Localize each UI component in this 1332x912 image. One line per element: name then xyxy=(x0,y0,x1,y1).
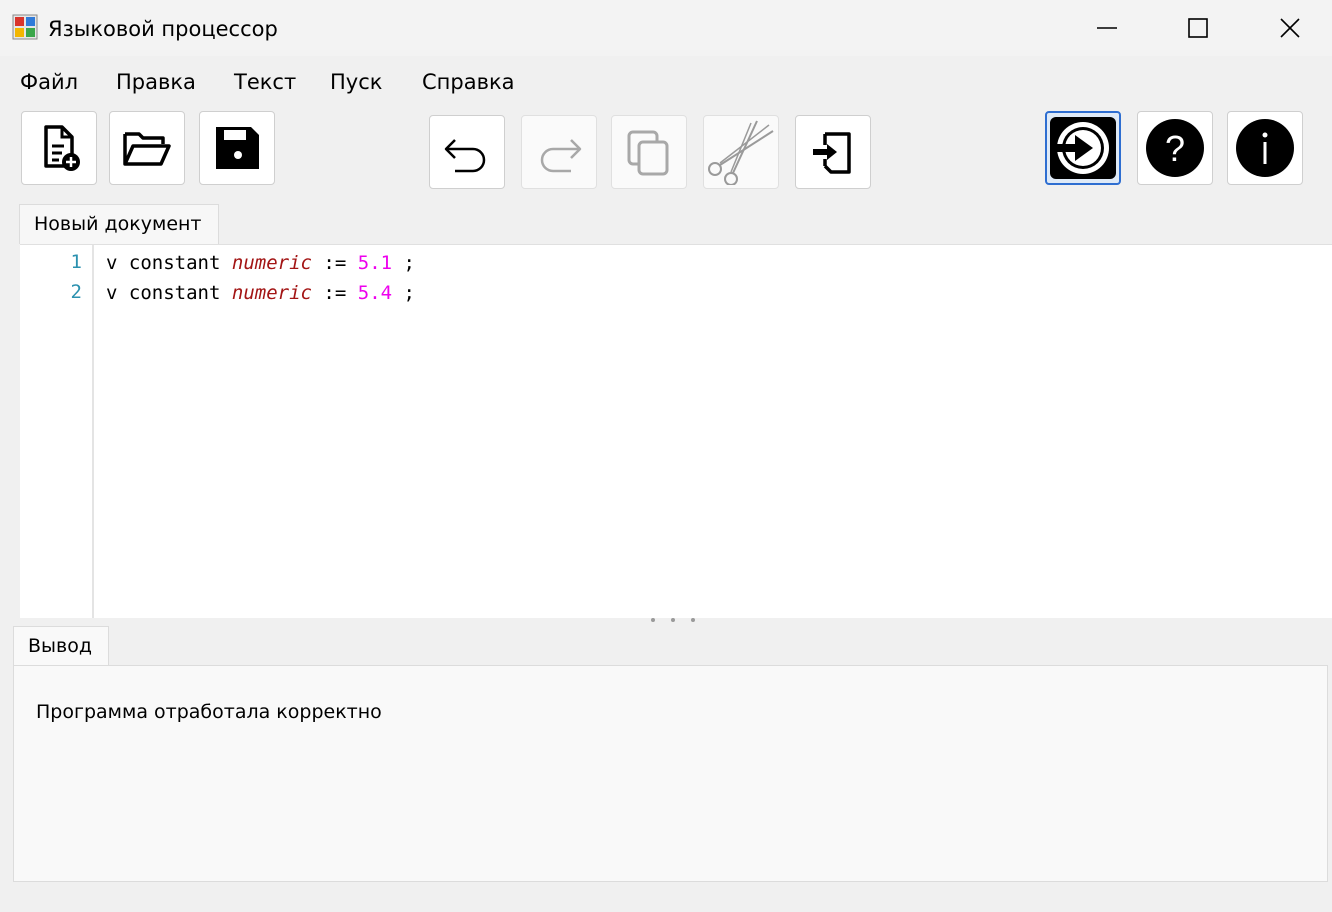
cut-button[interactable] xyxy=(703,115,779,189)
menu-file[interactable]: Файл xyxy=(20,68,78,96)
code-line[interactable]: v constant numeric := 5.1 ; xyxy=(106,248,415,278)
app-icon xyxy=(12,14,38,40)
operator-token: := xyxy=(323,252,347,274)
undo-icon xyxy=(444,139,486,173)
paste-icon xyxy=(813,132,851,174)
paste-button[interactable] xyxy=(795,115,871,189)
operator-token: := xyxy=(323,282,347,304)
tab-output[interactable]: Вывод xyxy=(13,626,109,666)
identifier-token: v xyxy=(106,282,118,304)
close-button[interactable] xyxy=(1244,0,1332,56)
menu-run[interactable]: Пуск xyxy=(330,68,382,96)
line-number-gutter: 1 2 xyxy=(20,245,94,619)
keyword-token: constant xyxy=(128,252,221,274)
window-title: Языковой процессор xyxy=(48,17,278,41)
help-button[interactable]: ? xyxy=(1137,111,1213,185)
semicolon-token: ; xyxy=(403,282,415,304)
line-number: 1 xyxy=(70,251,82,273)
svg-text:?: ? xyxy=(1165,128,1185,169)
about-button[interactable] xyxy=(1227,111,1303,185)
redo-button[interactable] xyxy=(521,115,597,189)
undo-button[interactable] xyxy=(429,115,505,189)
open-file-button[interactable] xyxy=(109,111,185,185)
close-icon xyxy=(1280,18,1300,38)
type-token: numeric xyxy=(231,252,312,274)
code-editor[interactable]: 1 2 v constant numeric := 5.1 ; v consta… xyxy=(20,244,1332,619)
run-button[interactable] xyxy=(1045,111,1121,185)
folder-open-icon xyxy=(123,132,171,166)
semicolon-token: ; xyxy=(403,252,415,274)
output-message: Программа отработала корректно xyxy=(36,701,382,723)
copy-button[interactable] xyxy=(611,115,687,189)
title-bar: Языковой процессор xyxy=(0,0,1332,56)
identifier-token: v xyxy=(106,252,118,274)
menu-help[interactable]: Справка xyxy=(422,68,515,96)
scissors-icon xyxy=(708,120,774,185)
menu-bar: Файл Правка Текст Пуск Справка xyxy=(0,56,1332,106)
keyword-token: constant xyxy=(128,282,221,304)
help-icon: ? xyxy=(1146,119,1204,177)
minimize-button[interactable] xyxy=(1061,0,1153,56)
number-token: 5.4 xyxy=(357,282,393,304)
new-file-icon xyxy=(44,125,80,171)
menu-edit[interactable]: Правка xyxy=(116,68,196,96)
tab-new-document[interactable]: Новый документ xyxy=(19,204,219,244)
code-line[interactable]: v constant numeric := 5.4 ; xyxy=(106,278,415,308)
save-icon xyxy=(216,127,259,169)
menu-text[interactable]: Текст xyxy=(234,68,296,96)
redo-icon xyxy=(540,139,582,173)
minimize-icon xyxy=(1097,27,1117,29)
maximize-icon xyxy=(1188,18,1208,38)
line-number: 2 xyxy=(70,281,82,303)
copy-icon xyxy=(627,130,669,176)
output-panel: Программа отработала корректно xyxy=(13,665,1328,882)
splitter-grip-icon[interactable] xyxy=(651,618,695,624)
save-button[interactable] xyxy=(199,111,275,185)
type-token: numeric xyxy=(231,282,312,304)
maximize-button[interactable] xyxy=(1152,0,1244,56)
number-token: 5.1 xyxy=(357,252,393,274)
new-document-button[interactable] xyxy=(21,111,97,185)
run-icon xyxy=(1050,117,1116,179)
info-icon xyxy=(1236,119,1294,177)
